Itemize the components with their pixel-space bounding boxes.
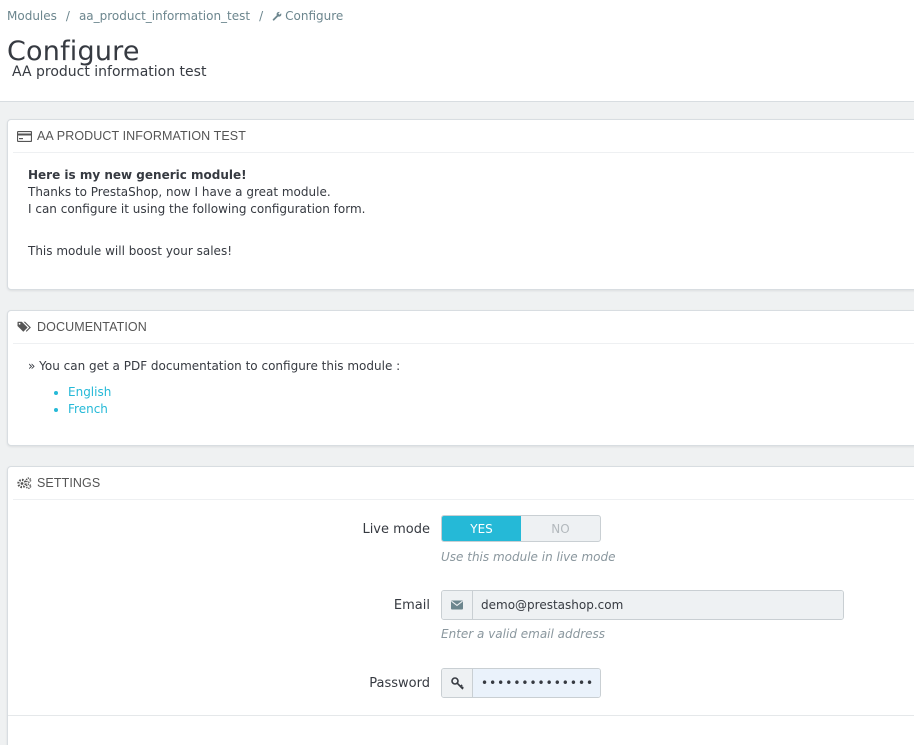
- panel-title: AA PRODUCT INFORMATION TEST: [37, 129, 246, 143]
- tags-icon: [17, 321, 31, 332]
- email-input[interactable]: [473, 591, 843, 619]
- page-title: Configure: [7, 36, 140, 67]
- panel-heading: SETTINGS: [13, 467, 914, 500]
- list-item: French: [68, 401, 914, 418]
- settings-panel: SETTINGS Live mode YES NO Use this modul…: [7, 466, 914, 745]
- wrench-icon: [272, 11, 282, 21]
- panel-body: Here is my new generic module! Thanks to…: [8, 153, 914, 260]
- docs-link-french[interactable]: French: [68, 402, 108, 416]
- breadcrumb-module-name[interactable]: aa_product_information_test: [79, 9, 250, 23]
- password-label: Password: [369, 676, 430, 691]
- breadcrumb-current-label: Configure: [285, 9, 344, 23]
- page-subtitle: AA product information test: [12, 64, 207, 80]
- live-mode-switch[interactable]: YES NO: [441, 515, 601, 542]
- password-input[interactable]: [473, 669, 600, 697]
- email-input-group: [441, 590, 844, 620]
- breadcrumb-modules[interactable]: Modules: [7, 9, 57, 23]
- docs-intro: » You can get a PDF documentation to con…: [28, 359, 401, 373]
- page-header: Modules / aa_product_information_test / …: [0, 0, 914, 102]
- module-text-line: This module will boost your sales!: [28, 244, 233, 258]
- email-help: Enter a valid email address: [441, 627, 606, 641]
- module-text-line: Thanks to PrestaShop, now I have a great…: [28, 185, 331, 199]
- key-icon: [442, 669, 473, 697]
- live-mode-help: Use this module in live mode: [441, 550, 616, 564]
- documentation-panel: DOCUMENTATION » You can get a PDF docume…: [7, 310, 914, 446]
- credit-card-icon: [17, 130, 32, 142]
- breadcrumb-current: Configure: [272, 9, 343, 23]
- docs-link-english[interactable]: English: [68, 385, 111, 399]
- module-text-line: I can configure it using the following c…: [28, 202, 366, 216]
- password-input-group: [441, 668, 601, 698]
- panel-title: DOCUMENTATION: [37, 320, 147, 334]
- envelope-icon: [442, 591, 473, 619]
- live-mode-label: Live mode: [362, 522, 430, 537]
- module-info-panel: AA PRODUCT INFORMATION TEST Here is my n…: [7, 119, 914, 290]
- breadcrumb-separator: /: [65, 9, 70, 23]
- panel-heading: AA PRODUCT INFORMATION TEST: [13, 120, 914, 153]
- panel-title: SETTINGS: [37, 476, 101, 490]
- live-mode-yes[interactable]: YES: [442, 516, 521, 541]
- panel-footer-divider: [8, 715, 914, 716]
- list-item: English: [68, 384, 914, 401]
- panel-heading: DOCUMENTATION: [13, 311, 914, 344]
- docs-link-list: English French: [28, 384, 914, 418]
- live-mode-no[interactable]: NO: [521, 516, 600, 541]
- cogs-icon: [17, 477, 32, 489]
- module-lead-text: Here is my new generic module!: [28, 168, 247, 182]
- breadcrumb-separator: /: [259, 9, 264, 23]
- panel-body: » You can get a PDF documentation to con…: [8, 344, 914, 418]
- email-label: Email: [393, 598, 430, 613]
- breadcrumb: Modules / aa_product_information_test / …: [7, 9, 343, 23]
